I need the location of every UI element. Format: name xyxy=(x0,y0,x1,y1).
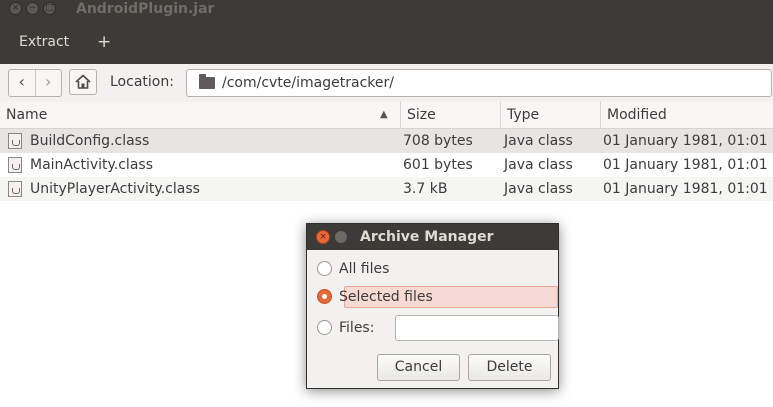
radio-all-files[interactable]: All files xyxy=(315,258,555,280)
toolbar: Extract + xyxy=(0,20,773,64)
maximize-window-icon[interactable]: □ xyxy=(43,2,56,15)
radio-button-checked[interactable] xyxy=(317,289,332,304)
file-size: 708 bytes xyxy=(403,133,473,149)
location-field[interactable]: /com/cvte/imagetracker/ xyxy=(186,69,772,97)
table-row[interactable]: BuildConfig.class 708 bytes Java class 0… xyxy=(0,129,773,153)
java-class-file-icon xyxy=(8,133,22,149)
file-name: UnityPlayerActivity.class xyxy=(30,181,200,197)
home-icon xyxy=(75,74,91,89)
file-name: BuildConfig.class xyxy=(30,133,150,149)
radio-label: Selected files xyxy=(339,289,433,305)
file-table: Name ▲ Size Type Modified BuildConfig.cl… xyxy=(0,102,773,201)
file-modified: 01 January 1981, 01:01 xyxy=(603,181,768,197)
radio-label: Files: xyxy=(339,320,375,336)
column-header-modified[interactable]: Modified xyxy=(600,102,773,128)
delete-dialog: × Archive Manager All files Selected fil… xyxy=(306,223,559,389)
folder-icon xyxy=(199,74,215,89)
location-bar: ‹ › Location: /com/cvte/imagetracker/ xyxy=(0,64,773,103)
minimize-window-icon[interactable]: − xyxy=(26,2,39,15)
navigation-buttons: ‹ › xyxy=(8,69,62,97)
file-name: MainActivity.class xyxy=(30,157,153,173)
file-size: 601 bytes xyxy=(403,157,473,173)
column-header-type[interactable]: Type xyxy=(500,102,600,128)
table-row[interactable]: MainActivity.class 601 bytes Java class … xyxy=(0,153,773,177)
column-header-name[interactable]: Name xyxy=(0,102,400,128)
column-header-size[interactable]: Size xyxy=(400,102,500,128)
add-files-button[interactable]: + xyxy=(97,29,111,55)
radio-files-pattern[interactable]: Files: xyxy=(315,315,559,341)
radio-selected-files[interactable]: Selected files xyxy=(315,286,558,308)
extract-button[interactable]: Extract xyxy=(19,29,69,55)
dialog-minimize-icon[interactable] xyxy=(334,230,348,244)
dialog-title-bar: × Archive Manager xyxy=(307,224,558,250)
dialog-title: Archive Manager xyxy=(360,229,494,245)
home-button[interactable] xyxy=(69,69,97,95)
table-row[interactable]: UnityPlayerActivity.class 3.7 kB Java cl… xyxy=(0,177,773,201)
forward-button[interactable]: › xyxy=(34,70,62,96)
window-title: AndroidPlugin.jar xyxy=(76,1,215,17)
back-button[interactable]: ‹ xyxy=(9,70,35,96)
delete-button[interactable]: Delete xyxy=(468,354,551,381)
file-modified: 01 January 1981, 01:01 xyxy=(603,157,768,173)
java-class-file-icon xyxy=(8,157,22,173)
file-size: 3.7 kB xyxy=(403,181,448,197)
java-class-file-icon xyxy=(8,181,22,197)
radio-button[interactable] xyxy=(317,320,332,335)
cancel-button[interactable]: Cancel xyxy=(377,354,460,381)
file-type: Java class xyxy=(504,157,573,173)
file-modified: 01 January 1981, 01:01 xyxy=(603,133,768,149)
file-type: Java class xyxy=(504,181,573,197)
location-label: Location: xyxy=(110,74,174,90)
radio-button[interactable] xyxy=(317,261,332,276)
table-header: Name ▲ Size Type Modified xyxy=(0,102,773,129)
location-path: /com/cvte/imagetracker/ xyxy=(222,75,394,91)
radio-label: All files xyxy=(339,261,390,277)
sort-ascending-icon: ▲ xyxy=(380,109,388,120)
dialog-close-icon[interactable]: × xyxy=(316,230,330,244)
close-window-icon[interactable]: × xyxy=(9,2,22,15)
files-pattern-input[interactable] xyxy=(395,315,559,341)
file-type: Java class xyxy=(504,133,573,149)
title-bar: × − □ AndroidPlugin.jar xyxy=(0,0,773,20)
